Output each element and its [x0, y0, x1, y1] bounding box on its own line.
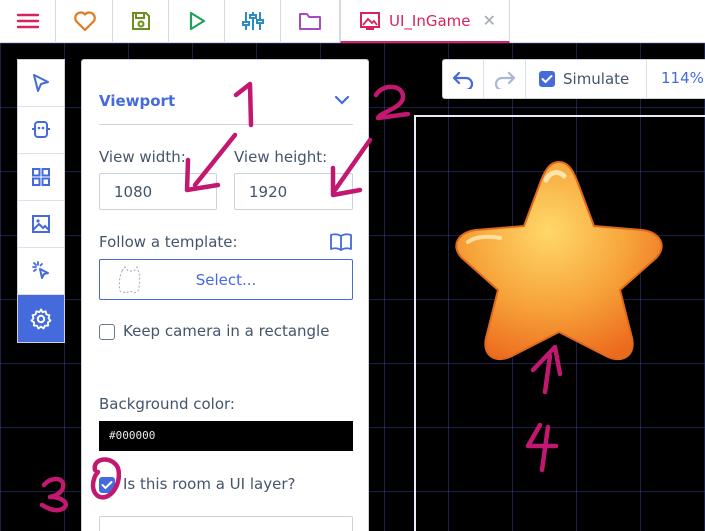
properties-tool-button[interactable] [18, 248, 64, 295]
settings-sliders-button[interactable] [225, 0, 281, 42]
extra-field[interactable] [99, 516, 353, 531]
view-width-input[interactable]: 1080 [99, 173, 217, 210]
play-button[interactable] [169, 0, 225, 42]
ui-layer-checkbox[interactable] [99, 477, 115, 493]
gear-icon [30, 308, 52, 329]
save-icon [131, 12, 150, 30]
redo-button[interactable] [485, 60, 526, 98]
tiles-tool-button[interactable] [18, 154, 64, 201]
cursor-icon [33, 74, 49, 92]
menu-icon [16, 13, 39, 29]
select-template-label: Select... [195, 270, 257, 289]
ghost-placeholder-icon [118, 265, 141, 294]
click-icon [32, 261, 49, 279]
room-properties-panel: Viewport View width: 1080 View height: 1… [81, 59, 369, 531]
view-width-label: View width: [99, 148, 186, 166]
viewport-section-header[interactable]: Viewport [99, 89, 353, 125]
room-tools-strip [17, 59, 65, 343]
section-title: Viewport [99, 92, 176, 110]
copies-tool-button[interactable] [18, 107, 64, 154]
background-color-label: Background color: [99, 395, 235, 413]
tab-label: UI_InGame [389, 11, 471, 30]
simulate-toggle[interactable]: Simulate [527, 60, 647, 98]
check-icon [101, 481, 113, 490]
sliders-icon [241, 12, 264, 30]
simulate-checkbox[interactable] [539, 71, 555, 87]
view-height-label: View height: [234, 148, 328, 166]
template-label: Follow a template: [99, 233, 238, 251]
backgrounds-tool-button[interactable] [18, 201, 64, 248]
tab-ui-ingame[interactable]: UI_InGame ✕ [340, 0, 510, 43]
room-icon [360, 11, 380, 30]
save-button[interactable] [113, 0, 169, 42]
viewport-toolbar: Simulate 114% [442, 59, 705, 99]
check-icon [541, 75, 553, 84]
select-tool-button[interactable] [18, 60, 64, 107]
select-template-button[interactable]: Select... [99, 259, 353, 300]
keep-camera-label: Keep camera in a rectangle [123, 322, 330, 340]
redo-icon [494, 71, 516, 89]
close-icon[interactable]: ✕ [483, 11, 496, 30]
room-settings-tool-button[interactable] [18, 295, 64, 342]
background-color-input[interactable]: #000000 [99, 421, 353, 451]
favorite-button[interactable] [57, 0, 113, 42]
play-icon [189, 11, 205, 31]
top-tab-bar: UI_InGame ✕ [0, 0, 705, 43]
project-folder-button[interactable] [281, 0, 340, 42]
undo-icon [452, 71, 474, 89]
zoom-level[interactable]: 114% [649, 69, 704, 87]
menu-button[interactable] [0, 0, 56, 42]
chevron-down-icon[interactable] [333, 93, 351, 107]
view-height-input[interactable]: 1920 [234, 173, 353, 210]
keep-camera-checkbox[interactable] [99, 324, 115, 340]
image-icon [32, 215, 50, 233]
ui-layer-label: Is this room a UI layer? [123, 475, 296, 493]
grid-icon [32, 168, 50, 186]
robot-icon [32, 121, 50, 138]
star-sprite[interactable] [446, 150, 672, 370]
undo-button[interactable] [443, 60, 484, 98]
book-icon[interactable] [329, 232, 353, 252]
simulate-label: Simulate [563, 70, 630, 88]
folder-icon [299, 13, 321, 30]
heart-icon [73, 11, 96, 32]
